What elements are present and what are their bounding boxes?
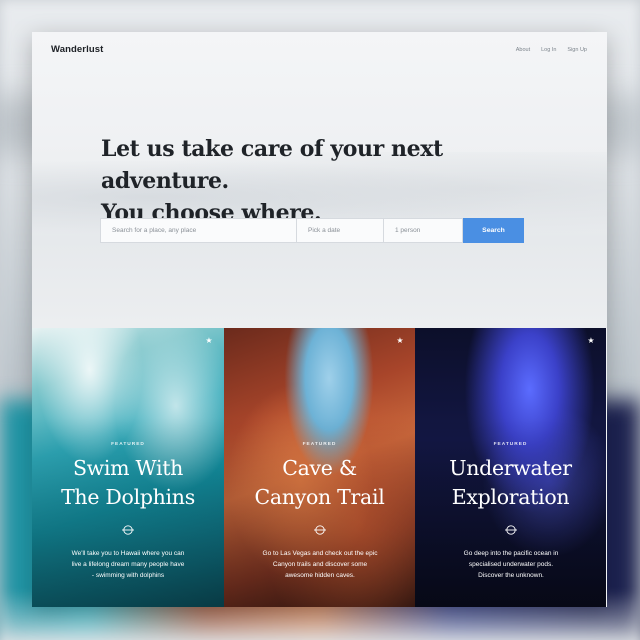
tile-desc-line-1: Go to Las Vegas and check out the epic [262, 550, 378, 557]
tile-tag: FEATURED [111, 442, 145, 447]
nav-link-signup[interactable]: Sign Up [567, 47, 587, 53]
divider-icon [122, 525, 134, 535]
tile-desc-line-3: - swimming with dolphins [91, 572, 165, 579]
tile-dolphins[interactable]: ★ FEATURED Swim With The Dolphins We'll … [32, 328, 224, 607]
tile-title: Swim With The Dolphins [32, 454, 224, 511]
search-bar: Search [100, 218, 524, 243]
tile-title-line-1: Cave & [282, 456, 357, 480]
top-nav: Wanderlust About Log In Sign Up [32, 32, 607, 72]
landing-page-card: Wanderlust About Log In Sign Up Let us t… [32, 32, 607, 607]
nav-link-login[interactable]: Log In [541, 47, 556, 53]
tile-desc-line-1: We'll take you to Hawaii where you can [71, 550, 185, 557]
date-input[interactable] [296, 218, 383, 243]
tile-title: Cave & Canyon Trail [224, 454, 415, 511]
tile-title-line-1: Underwater [449, 456, 572, 480]
tile-title-line-2: Exploration [451, 484, 570, 509]
star-icon[interactable]: ★ [587, 337, 595, 345]
tile-tag: FEATURED [302, 442, 337, 447]
tile-desc-line-3: Discover the unknown. [478, 572, 544, 579]
tile-tag: FEATURED [493, 442, 528, 447]
tile-desc-line-2: Canyon trails and discover some [272, 561, 368, 568]
hero-headline: Let us take care of your next adventure.… [101, 133, 541, 229]
tile-title-line-2: The Dolphins [61, 484, 195, 509]
search-button[interactable]: Search [463, 218, 524, 243]
divider-icon [504, 525, 517, 535]
divider-icon [313, 525, 326, 535]
star-icon[interactable]: ★ [205, 337, 213, 345]
tile-title-line-2: Canyon Trail [254, 484, 385, 509]
hero-section: Wanderlust About Log In Sign Up Let us t… [32, 32, 607, 328]
place-search-input[interactable] [100, 218, 296, 243]
tile-description: Go deep into the pacific ocean in specia… [433, 548, 589, 581]
tile-title-line-1: Swim With [72, 456, 184, 480]
tile-underwater[interactable]: ★ FEATURED Underwater Exploration Go dee… [415, 328, 606, 607]
tile-title: Underwater Exploration [415, 454, 606, 511]
tile-description: We'll take you to Hawaii where you can l… [50, 548, 206, 581]
tile-canyon[interactable]: ★ FEATURED Cave & Canyon Trail Go to Las… [224, 328, 415, 607]
featured-tiles: ★ FEATURED Swim With The Dolphins We'll … [32, 328, 607, 607]
nav-links: About Log In Sign Up [516, 47, 587, 53]
brand-logo[interactable]: Wanderlust [51, 44, 103, 55]
tile-desc-line-1: Go deep into the pacific ocean in [463, 550, 559, 557]
headline-line-1: Let us take care of your next adventure. [101, 136, 443, 194]
people-input[interactable] [383, 218, 463, 243]
tile-desc-line-2: live a lifelong dream many people have [71, 561, 185, 568]
tile-desc-line-2: specialised underwater pods. [468, 561, 554, 568]
star-icon[interactable]: ★ [396, 337, 404, 345]
tile-desc-line-3: awesome hidden caves. [285, 572, 355, 579]
tile-description: Go to Las Vegas and check out the epic C… [242, 548, 398, 581]
nav-link-about[interactable]: About [516, 47, 530, 53]
